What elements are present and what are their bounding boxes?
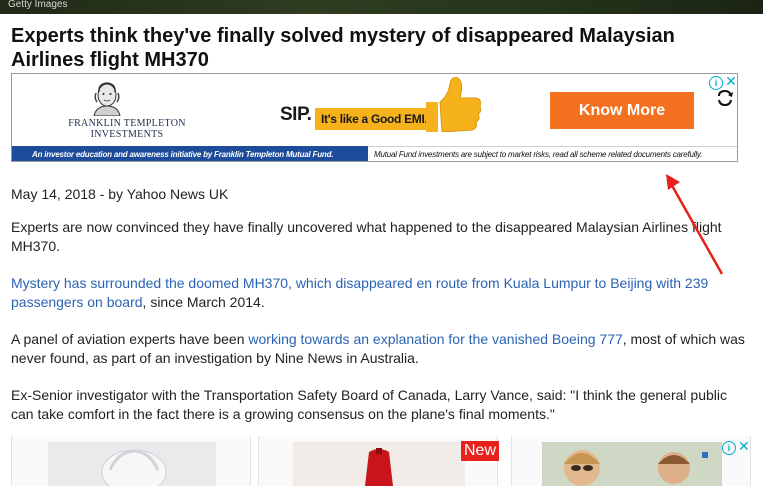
- ad-close-icon[interactable]: ✕: [725, 74, 737, 88]
- thumbs-up-icon: [426, 77, 482, 132]
- recommendation-card[interactable]: [511, 436, 751, 486]
- new-badge: New: [461, 441, 500, 461]
- know-more-button[interactable]: Know More: [550, 92, 694, 129]
- paragraph-4-text: Ex-Senior investigator with the Transpor…: [11, 387, 727, 422]
- paragraph-3-text-a: A panel of aviation experts have been: [11, 331, 249, 347]
- article-paragraph-3: A panel of aviation experts have been wo…: [11, 330, 746, 368]
- boeing-777-explanation-link[interactable]: working towards an explanation for the v…: [248, 331, 622, 347]
- ad-disclaimer: Mutual Fund investments are subject to m…: [352, 146, 737, 161]
- ad-footer-initiative: An investor education and awareness init…: [12, 146, 368, 161]
- ad-footer-slant: [342, 146, 366, 161]
- paragraph-1-text: Experts are now convinced they have fina…: [11, 219, 722, 254]
- ad-footer: Mutual Fund investments are subject to m…: [12, 146, 737, 161]
- recommendation-card[interactable]: [11, 436, 251, 486]
- ad-emi-tagline: It's like a Good EMI.: [315, 108, 434, 130]
- ad-brand-line-2: INVESTMENTS: [90, 129, 164, 140]
- article-paragraph-1: Experts are now convinced they have fina…: [11, 218, 746, 256]
- image-credit: Getty Images: [8, 0, 68, 10]
- ad-brand-name: FRANKLIN TEMPLETON INVESTMENTS: [52, 118, 202, 140]
- ad-brand-line-1: FRANKLIN TEMPLETON: [68, 118, 186, 129]
- recommendations-close-icon[interactable]: ✕: [738, 439, 750, 453]
- paragraph-2-text: , since March 2014.: [142, 294, 265, 310]
- dress-thumbnail: [293, 442, 465, 486]
- adchoices-icon[interactable]: i: [722, 441, 736, 455]
- article-byline: May 14, 2018 - by Yahoo News UK: [11, 186, 229, 202]
- recommendations-row: [11, 436, 751, 486]
- refresh-icon[interactable]: [715, 88, 735, 108]
- article-hero-image-strip: Getty Images: [0, 0, 763, 14]
- girl-thumbnail: [542, 442, 722, 486]
- franklin-portrait-icon: [93, 82, 121, 116]
- article-paragraph-2: Mystery has surrounded the doomed MH370,…: [11, 274, 746, 312]
- sculpture-thumbnail: [48, 442, 216, 486]
- article-headline: Experts think they've finally solved mys…: [11, 25, 675, 71]
- ad-banner[interactable]: FRANKLIN TEMPLETON INVESTMENTS SIP. It's…: [11, 73, 738, 162]
- mystery-mh370-link[interactable]: Mystery has surrounded the doomed MH370,…: [11, 275, 708, 310]
- ad-sip-label: SIP.: [280, 104, 312, 125]
- article-paragraph-4: Ex-Senior investigator with the Transpor…: [11, 386, 746, 424]
